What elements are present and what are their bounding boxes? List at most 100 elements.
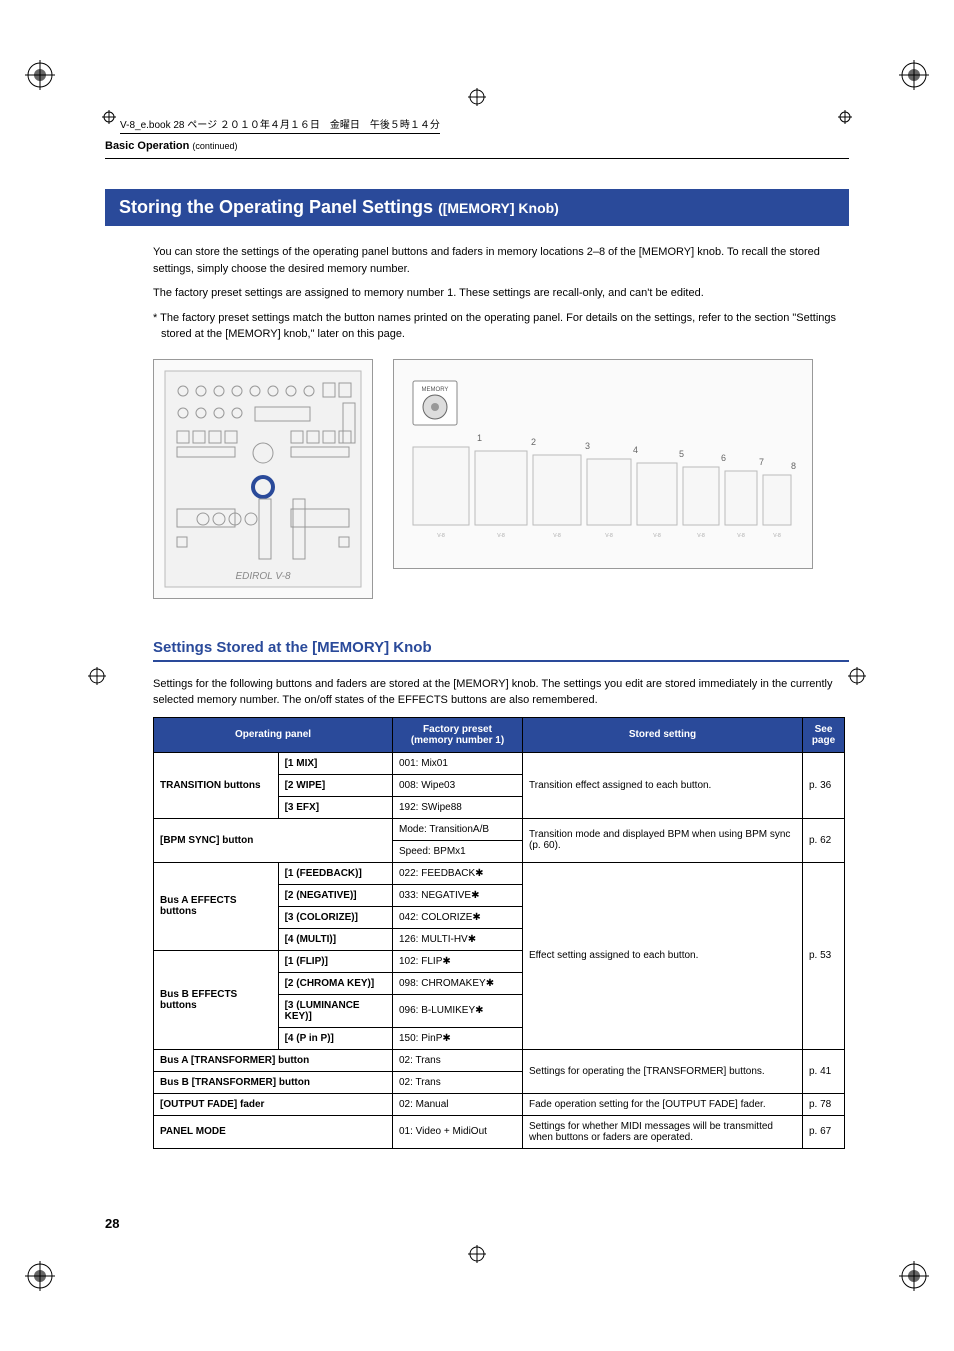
svg-text:6: 6: [721, 453, 726, 463]
cell-factory: 102: FLIP✱: [393, 950, 523, 972]
crop-mark-bottom-right: [889, 1251, 929, 1291]
cell-sub: [1 MIX]: [278, 752, 392, 774]
group-bpm: [BPM SYNC] button: [154, 818, 393, 862]
svg-text:MEMORY: MEMORY: [422, 387, 449, 393]
svg-text:V-8: V-8: [737, 533, 745, 539]
crop-mark-bottom-left: [25, 1251, 65, 1291]
page-header: V-8_e.book 28 ページ ２０１０年４月１６日 金曜日 午後５時１４分: [120, 116, 836, 134]
cell-stored: Transition mode and displayed BPM when u…: [523, 818, 803, 862]
cell-factory: 150: PinP✱: [393, 1027, 523, 1049]
title-main: Storing the Operating Panel Settings: [119, 197, 433, 217]
cell-sub: [1 (FEEDBACK)]: [278, 862, 392, 884]
cell-factory2: Speed: BPMx1: [393, 840, 523, 862]
svg-text:V-8: V-8: [697, 533, 705, 539]
cell-factory: 02: Manual: [393, 1093, 523, 1115]
cell-stored: Effect setting assigned to each button.: [523, 862, 803, 1049]
cell-page: p. 53: [803, 862, 845, 1049]
group-busa: Bus A EFFECTS buttons: [154, 862, 279, 950]
section-name: Basic Operation: [105, 140, 189, 152]
document-page: V-8_e.book 28 ページ ２０１０年４月１６日 金曜日 午後５時１４分…: [0, 0, 954, 1351]
cell-factory: 096: B-LUMIKEY✱: [393, 994, 523, 1027]
svg-text:EDIROL V-8: EDIROL V-8: [235, 571, 290, 582]
svg-text:V-8: V-8: [773, 533, 781, 539]
title-sub: ([MEMORY] Knob): [438, 200, 559, 216]
cell-stored: Transition effect assigned to each butto…: [523, 752, 803, 818]
th-factory: Factory preset (memory number 1): [393, 717, 523, 752]
svg-text:3: 3: [585, 441, 590, 451]
figure-row: EDIROL V-8 MEMORY: [153, 359, 849, 599]
group-transition: TRANSITION buttons: [154, 752, 279, 818]
svg-text:4: 4: [633, 445, 638, 455]
cell-sub: [2 (CHROMA KEY)]: [278, 972, 392, 994]
group-busa-trans: Bus A [TRANSFORMER] button: [154, 1049, 393, 1071]
svg-text:5: 5: [679, 449, 684, 459]
crop-mark-top-left: [25, 60, 65, 100]
cell-factory: 126: MULTI-HV✱: [393, 928, 523, 950]
cell-factory: 01: Video + MidiOut: [393, 1115, 523, 1148]
registration-small-left: [102, 110, 116, 124]
cell-sub: [3 (COLORIZE)]: [278, 906, 392, 928]
registration-small-right: [838, 110, 852, 124]
th-stored: Stored setting: [523, 717, 803, 752]
th-see-page: See page: [803, 717, 845, 752]
page-number: 28: [105, 1216, 119, 1231]
cell-sub: [4 (P in P)]: [278, 1027, 392, 1049]
group-busb-trans: Bus B [TRANSFORMER] button: [154, 1071, 393, 1093]
cell-factory: 033: NEGATIVE✱: [393, 884, 523, 906]
cell-factory: Mode: TransitionA/B: [393, 818, 523, 840]
registration-mark-bottom: [468, 1245, 486, 1263]
registration-mark-right: [848, 667, 866, 685]
cell-page: p. 67: [803, 1115, 845, 1148]
group-panel-mode: PANEL MODE: [154, 1115, 393, 1148]
paragraph-3: Settings for the following buttons and f…: [153, 676, 839, 709]
svg-text:V-8: V-8: [653, 533, 661, 539]
cell-page: p. 62: [803, 818, 845, 862]
figure-panel-photo: EDIROL V-8: [153, 359, 373, 599]
paragraph-1: You can store the settings of the operat…: [153, 244, 839, 277]
registration-mark-left: [88, 667, 106, 685]
cell-factory: 042: COLORIZE✱: [393, 906, 523, 928]
page-content: Basic Operation (continued) Storing the …: [105, 140, 849, 1149]
cell-sub: [3 EFX]: [278, 796, 392, 818]
cell-stored: Fade operation setting for the [OUTPUT F…: [523, 1093, 803, 1115]
cell-factory: 008: Wipe03: [393, 774, 523, 796]
section-divider: [105, 158, 849, 159]
svg-text:1: 1: [477, 433, 482, 443]
settings-table: Operating panel Factory preset (memory n…: [153, 717, 845, 1149]
crop-mark-top-right: [889, 60, 929, 100]
svg-text:V-8: V-8: [497, 533, 505, 539]
header-text: V-8_e.book 28 ページ ２０１０年４月１６日 金曜日 午後５時１４分: [120, 116, 440, 134]
svg-text:V-8: V-8: [605, 533, 613, 539]
cell-factory: 098: CHROMAKEY✱: [393, 972, 523, 994]
cell-page: p. 36: [803, 752, 845, 818]
cell-page: p. 78: [803, 1093, 845, 1115]
svg-text:2: 2: [531, 437, 536, 447]
th-operating-panel: Operating panel: [154, 717, 393, 752]
cell-factory: 192: SWipe88: [393, 796, 523, 818]
cell-factory: 02: Trans: [393, 1071, 523, 1093]
svg-text:V-8: V-8: [437, 533, 445, 539]
group-output-fade: [OUTPUT FADE] fader: [154, 1093, 393, 1115]
cell-factory: 022: FEEDBACK✱: [393, 862, 523, 884]
cell-sub: [2 WIPE]: [278, 774, 392, 796]
cell-sub: [4 (MULTI)]: [278, 928, 392, 950]
section-breadcrumb: Basic Operation (continued): [105, 140, 849, 152]
cell-stored: Settings for whether MIDI messages will …: [523, 1115, 803, 1148]
svg-text:V-8: V-8: [553, 533, 561, 539]
note-1: * The factory preset settings match the …: [153, 310, 839, 343]
section-continued: (continued): [192, 141, 237, 151]
cell-factory: 02: Trans: [393, 1049, 523, 1071]
svg-text:7: 7: [759, 457, 764, 467]
cell-factory: 001: Mix01: [393, 752, 523, 774]
paragraph-2: The factory preset settings are assigned…: [153, 285, 839, 302]
group-busb: Bus B EFFECTS buttons: [154, 950, 279, 1049]
subheading: Settings Stored at the [MEMORY] Knob: [153, 639, 849, 662]
cell-sub: [1 (FLIP)]: [278, 950, 392, 972]
title-bar: Storing the Operating Panel Settings ([M…: [105, 189, 849, 226]
figure-memory-sequence: MEMORY 1: [393, 359, 813, 569]
cell-stored: Settings for operating the [TRANSFORMER]…: [523, 1049, 803, 1093]
registration-mark-top: [468, 88, 486, 106]
cell-sub: [2 (NEGATIVE)]: [278, 884, 392, 906]
cell-sub: [3 (LUMINANCE KEY)]: [278, 994, 392, 1027]
cell-page: p. 41: [803, 1049, 845, 1093]
